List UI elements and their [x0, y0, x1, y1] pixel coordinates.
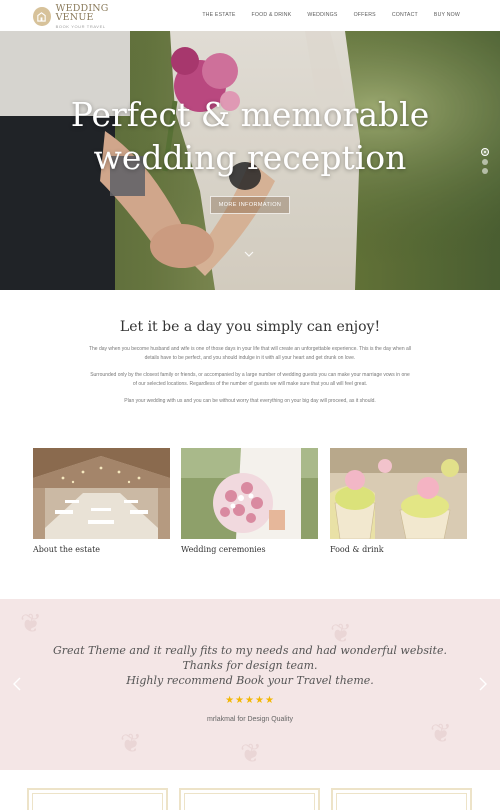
nav-item-the-estate[interactable]: THE ESTATE [202, 12, 235, 18]
card-label[interactable]: About the estate [33, 545, 170, 554]
intro-heading: Let it be a day you simply can enjoy! [119, 319, 381, 335]
nav-item-buy-now[interactable]: BUY NOW [434, 12, 460, 18]
bottom-panels [0, 770, 500, 810]
testimonial-quote: Great Theme and it really fits to my nee… [40, 643, 460, 688]
intro-paragraph-1: The day when you become husband and wife… [88, 346, 412, 361]
leaf-pattern: ❦ [120, 729, 142, 759]
logo-subtitle: BOOK YOUR TRAVEL [55, 23, 106, 29]
info-panel-3 [331, 788, 472, 810]
more-information-button[interactable]: MORE INFORMATION [210, 196, 290, 214]
leaf-pattern: ❦ [20, 609, 42, 639]
quote-line-2: Thanks for design team. [182, 659, 318, 672]
hero-title: Perfect & memorable wedding reception [0, 93, 500, 179]
feature-cards: About the estate Wedding ceremonies Food… [33, 448, 467, 563]
chevron-left-icon[interactable] [12, 677, 22, 691]
card-food-drink[interactable]: Food & drink [330, 448, 467, 554]
slider-dot-1[interactable] [481, 148, 489, 156]
leaf-pattern: ❦ [240, 739, 262, 769]
nav-item-food-drink[interactable]: FOOD & DRINK [252, 12, 292, 18]
slider-dot-3[interactable] [482, 168, 488, 174]
logo-title: WEDDING VENUE [55, 2, 109, 23]
slider-dot-2[interactable] [482, 159, 488, 165]
nav-item-offers[interactable]: OFFERS [354, 12, 376, 18]
slider-pagination [481, 148, 489, 177]
main-nav: THE ESTATE FOOD & DRINK WEDDINGS OFFERS … [186, 12, 460, 18]
hero-title-line-2: wedding reception [93, 138, 407, 177]
hero-title-line-1: Perfect & memorable [70, 95, 430, 134]
logo[interactable]: WEDDING VENUE BOOK YOUR TRAVEL [33, 2, 143, 29]
card-wedding-ceremonies[interactable]: Wedding ceremonies [181, 448, 318, 554]
info-panel-1 [27, 788, 168, 810]
leaf-pattern: ❦ [430, 719, 452, 749]
card-label[interactable]: Food & drink [330, 545, 467, 554]
star-rating: ★★★★★ [225, 695, 275, 706]
testimonial-section: ❦ ❦ ❦ ❦ ❦ Great Theme and it really fits… [0, 599, 500, 770]
chapel-icon [33, 6, 51, 26]
intro-paragraph-3: Plan your wedding with us and you can be… [124, 398, 376, 404]
site-header: WEDDING VENUE BOOK YOUR TRAVEL THE ESTAT… [0, 0, 500, 31]
card-label[interactable]: Wedding ceremonies [181, 545, 318, 554]
info-panel-2 [179, 788, 320, 810]
estate-hall-image [33, 448, 170, 539]
card-about-the-estate[interactable]: About the estate [33, 448, 170, 554]
bouquet-image [181, 448, 318, 539]
intro-section: Let it be a day you simply can enjoy! Th… [0, 290, 500, 440]
chevron-right-icon[interactable] [478, 677, 488, 691]
hero-slider: Perfect & memorable wedding reception MO… [0, 31, 500, 290]
quote-line-3: Highly recommend Book your Travel theme. [126, 674, 374, 687]
quote-line-1: Great Theme and it really fits to my nee… [53, 644, 447, 657]
chevron-down-icon[interactable] [244, 250, 254, 258]
cupcakes-image [330, 448, 467, 539]
nav-item-weddings[interactable]: WEDDINGS [307, 12, 337, 18]
intro-paragraph-2: Surrounded only by the closest family or… [90, 372, 410, 387]
nav-item-contact[interactable]: CONTACT [392, 12, 418, 18]
testimonial-author: mrlakmal for Design Quality [207, 716, 293, 723]
